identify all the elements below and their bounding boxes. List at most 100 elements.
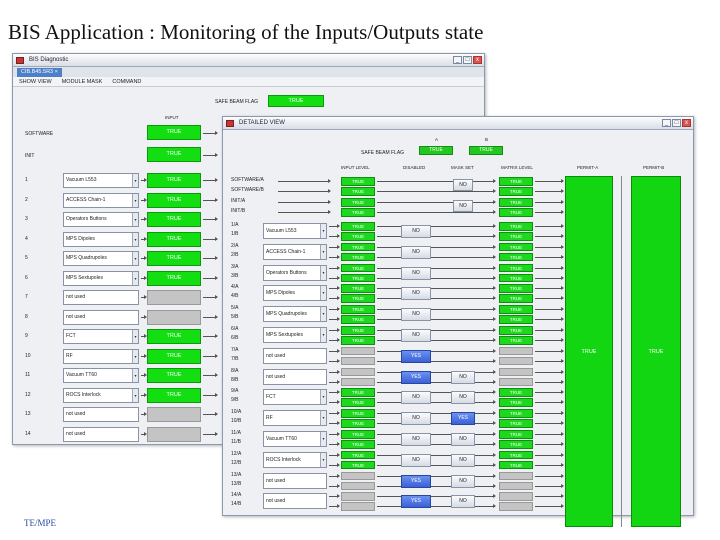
input-select-label: RF: [66, 352, 73, 359]
chevron-down-icon[interactable]: ▾: [132, 193, 138, 207]
init-value: TRUE: [147, 147, 201, 162]
chevron-down-icon[interactable]: ▾: [320, 224, 326, 238]
menu-show-view[interactable]: SHOW VIEW: [19, 77, 52, 86]
chevron-down-icon[interactable]: ▾: [320, 265, 326, 280]
chevron-down-icon[interactable]: ▾: [320, 244, 326, 259]
chevron-down-icon[interactable]: ▾: [132, 271, 138, 285]
input-select[interactable]: Operators Buttons ▾: [263, 264, 327, 281]
input-text-field[interactable]: not used: [63, 426, 139, 442]
minimize-icon[interactable]: _: [453, 56, 462, 64]
disabled-button[interactable]: NO: [401, 412, 431, 426]
mask-set-button[interactable]: NO: [451, 391, 475, 405]
input-text-field[interactable]: not used: [63, 290, 139, 305]
disabled-button[interactable]: NO: [401, 433, 431, 446]
disabled-button[interactable]: YES: [401, 370, 431, 384]
connector: [377, 400, 496, 405]
input-select[interactable]: MPS Quadrupoles ▾: [63, 251, 139, 266]
input-select[interactable]: MPS Dipoles ▾: [63, 231, 139, 247]
input-select[interactable]: ACCESS Chain-1 ▾: [63, 192, 139, 208]
input-select[interactable]: RF ▾: [63, 348, 139, 364]
chevron-down-icon[interactable]: ▾: [320, 432, 326, 446]
input-level-value: TRUE: [341, 242, 375, 252]
disabled-button[interactable]: NO: [401, 225, 431, 238]
input-select-label: Operators Buttons: [266, 269, 307, 276]
chevron-down-icon[interactable]: ▾: [320, 390, 326, 405]
mask-set-button[interactable]: NO: [451, 495, 475, 509]
matrix-level-empty: [499, 377, 533, 387]
tab-cib[interactable]: CIB.B45.5R3 ×: [17, 68, 62, 77]
chevron-down-icon[interactable]: ▾: [132, 388, 138, 402]
disabled-button[interactable]: NO: [401, 266, 431, 280]
chevron-down-icon[interactable]: ▾: [320, 411, 326, 426]
close-icon[interactable]: x: [682, 119, 691, 127]
disabled-button[interactable]: YES: [401, 495, 431, 509]
mask-set-button[interactable]: NO: [451, 433, 475, 446]
disabled-button[interactable]: NO: [401, 245, 431, 259]
input-select[interactable]: Vacuum TT60 ▾: [63, 368, 139, 383]
connector: [203, 256, 218, 260]
minimize-icon[interactable]: _: [662, 119, 671, 127]
chevron-down-icon[interactable]: ▾: [132, 330, 138, 343]
chevron-down-icon[interactable]: ▾: [132, 213, 138, 226]
close-icon[interactable]: x: [473, 56, 482, 64]
matrix-level-value: TRUE: [499, 398, 533, 407]
input-select[interactable]: MPS Sextupoles ▾: [263, 327, 327, 343]
connector: [535, 234, 564, 238]
mask-set-button[interactable]: NO: [451, 474, 475, 488]
input-select[interactable]: Vacuum TT60 ▾: [263, 431, 327, 447]
input-select[interactable]: Operators Buttons ▾: [63, 212, 139, 227]
chevron-down-icon[interactable]: ▾: [320, 328, 326, 342]
input-text-field[interactable]: not used: [63, 407, 139, 422]
input-text-field[interactable]: not used: [263, 493, 327, 510]
disabled-button[interactable]: NO: [401, 329, 431, 342]
input-select[interactable]: Vacuum L553 ▾: [63, 173, 139, 188]
input-state-empty: [147, 426, 201, 442]
input-text-field[interactable]: not used: [263, 472, 327, 489]
menu-module-mask[interactable]: MODULE MASK: [62, 77, 103, 86]
tab-close-icon[interactable]: ×: [55, 69, 58, 75]
input-text-field[interactable]: not used: [263, 347, 327, 364]
chevron-down-icon[interactable]: ▾: [320, 286, 326, 301]
input-select[interactable]: ROCS Interlock ▾: [63, 387, 139, 403]
chevron-down-icon[interactable]: ▾: [320, 452, 326, 467]
input-state-value: TRUE: [147, 192, 201, 208]
connector: [141, 334, 147, 338]
disabled-button[interactable]: YES: [401, 474, 431, 488]
input-select[interactable]: RF ▾: [263, 410, 327, 427]
input-select[interactable]: MPS Dipoles ▾: [263, 285, 327, 302]
chevron-down-icon[interactable]: ▾: [132, 232, 138, 246]
maximize-icon[interactable]: □: [463, 56, 472, 64]
input-text-field[interactable]: not used: [63, 309, 139, 325]
chevron-down-icon[interactable]: ▾: [320, 307, 326, 322]
mask-set-button[interactable]: NO: [451, 453, 475, 467]
mask-set-button[interactable]: YES: [451, 412, 475, 426]
input-select[interactable]: MPS Quadrupoles ▾: [263, 306, 327, 323]
input-select[interactable]: ROCS Interlock ▾: [263, 451, 327, 468]
row-label-a: 10/A: [231, 409, 242, 416]
disabled-button[interactable]: NO: [401, 287, 431, 301]
input-select[interactable]: MPS Sextupoles ▾: [63, 270, 139, 286]
row-label-b: 13/B: [231, 480, 242, 487]
input-select[interactable]: ACCESS Chain-1 ▾: [263, 243, 327, 260]
chevron-down-icon[interactable]: ▾: [132, 369, 138, 382]
connector: [377, 265, 496, 270]
connector: [278, 200, 331, 204]
menu-command[interactable]: COMMAND: [112, 77, 141, 86]
input-select[interactable]: FCT ▾: [63, 329, 139, 344]
input-select[interactable]: FCT ▾: [263, 389, 327, 406]
mask-set-button[interactable]: NO: [451, 370, 475, 384]
chevron-down-icon[interactable]: ▾: [132, 252, 138, 265]
disabled-button[interactable]: NO: [401, 391, 431, 405]
disabled-button[interactable]: NO: [401, 308, 431, 322]
connector: [377, 411, 496, 416]
mask-set-button[interactable]: NO: [453, 200, 473, 212]
disabled-button[interactable]: NO: [401, 453, 431, 467]
chevron-down-icon[interactable]: ▾: [132, 174, 138, 187]
connector: [377, 275, 496, 280]
input-text-field[interactable]: not used: [263, 368, 327, 385]
disabled-button[interactable]: YES: [401, 349, 431, 363]
maximize-icon[interactable]: □: [672, 119, 681, 127]
mask-set-button[interactable]: NO: [453, 179, 473, 191]
chevron-down-icon[interactable]: ▾: [132, 349, 138, 363]
input-select[interactable]: Vacuum L553 ▾: [263, 223, 327, 239]
